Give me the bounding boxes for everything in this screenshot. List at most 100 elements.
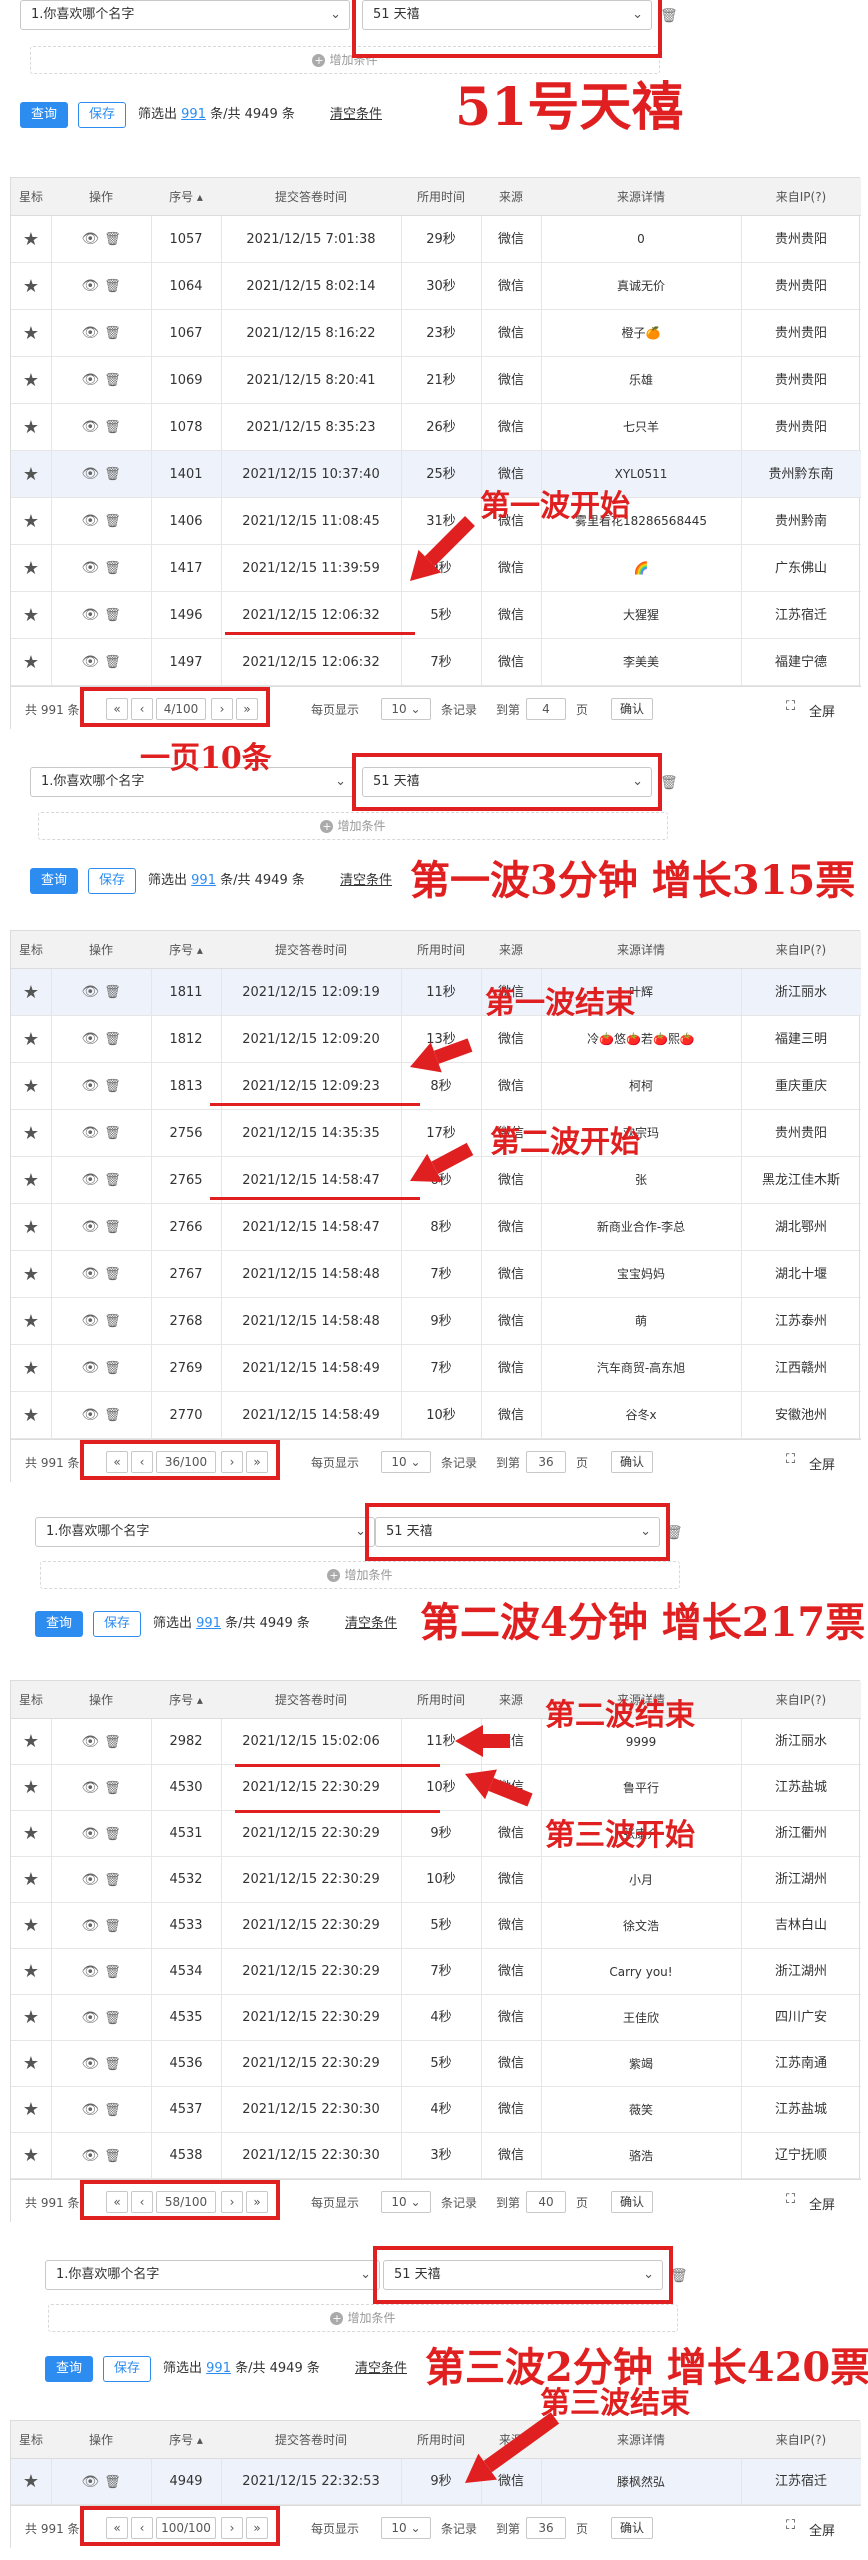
star-icon[interactable]: ★	[11, 1110, 51, 1157]
fullscreen-label[interactable]: 全屏	[809, 2520, 835, 2539]
query-button[interactable]: 查询	[35, 1611, 83, 1637]
eye-icon[interactable]: 👁	[81, 1811, 99, 1857]
trash-icon[interactable]: 🗑	[104, 1766, 121, 1812]
trash-icon[interactable]: 🗑	[104, 2042, 121, 2088]
trash-icon[interactable]: 🗑	[104, 545, 121, 592]
per-page-select[interactable]: 10 ⌄	[381, 1451, 431, 1473]
star-icon[interactable]: ★	[11, 1811, 51, 1857]
column-header[interactable]: 序号 ▴	[151, 178, 221, 216]
eye-icon[interactable]: 👁	[81, 1857, 99, 1903]
trash-icon[interactable]: 🗑	[104, 969, 121, 1016]
trash-icon[interactable]: 🗑	[660, 775, 678, 791]
star-icon[interactable]: ★	[11, 1995, 51, 2041]
eye-icon[interactable]: 👁	[81, 1157, 99, 1204]
star-icon[interactable]: ★	[11, 2041, 51, 2087]
eye-icon[interactable]: 👁	[81, 1345, 99, 1392]
star-icon[interactable]: ★	[11, 1204, 51, 1251]
star-icon[interactable]: ★	[11, 1157, 51, 1204]
trash-icon[interactable]: 🗑	[104, 639, 121, 686]
goto-confirm-button[interactable]: 确认	[611, 1451, 653, 1473]
trash-icon[interactable]: 🗑	[104, 1858, 121, 1904]
eye-icon[interactable]: 👁	[81, 1949, 99, 1995]
goto-confirm-button[interactable]: 确认	[611, 698, 653, 720]
eye-icon[interactable]: 👁	[81, 592, 99, 639]
trash-icon[interactable]: 🗑	[104, 1950, 121, 1996]
star-icon[interactable]: ★	[11, 2133, 51, 2179]
filter-count-link[interactable]: 991	[206, 2361, 231, 2376]
per-page-select[interactable]: 10 ⌄	[381, 698, 431, 720]
trash-icon[interactable]: 🗑	[104, 263, 121, 310]
save-button[interactable]: 保存	[103, 2356, 151, 2382]
fullscreen-label[interactable]: 全屏	[809, 2194, 835, 2213]
eye-icon[interactable]: 👁	[81, 1016, 99, 1063]
trash-icon[interactable]: 🗑	[104, 357, 121, 404]
query-button[interactable]: 查询	[20, 102, 68, 128]
star-icon[interactable]: ★	[11, 2459, 51, 2505]
trash-icon[interactable]: 🗑	[660, 8, 678, 24]
eye-icon[interactable]: 👁	[81, 1110, 99, 1157]
star-icon[interactable]: ★	[11, 310, 51, 357]
eye-icon[interactable]: 👁	[81, 1719, 99, 1765]
goto-confirm-button[interactable]: 确认	[611, 2517, 653, 2539]
star-icon[interactable]: ★	[11, 1949, 51, 1995]
trash-icon[interactable]: 🗑	[104, 2460, 121, 2506]
fullscreen-icon[interactable]: ⛶	[786, 699, 795, 714]
trash-icon[interactable]: 🗑	[104, 1812, 121, 1858]
star-icon[interactable]: ★	[11, 1903, 51, 1949]
trash-icon[interactable]: 🗑	[104, 1904, 121, 1950]
trash-icon[interactable]: 🗑	[104, 451, 121, 498]
clear-conditions-link[interactable]: 清空条件	[355, 2356, 407, 2382]
goto-page-input[interactable]: 4	[526, 698, 566, 720]
filter-count-link[interactable]: 991	[181, 107, 206, 122]
trash-icon[interactable]: 🗑	[104, 1063, 121, 1110]
fullscreen-icon[interactable]: ⛶	[786, 2518, 795, 2533]
fullscreen-icon[interactable]: ⛶	[786, 1452, 795, 1467]
save-button[interactable]: 保存	[78, 102, 126, 128]
eye-icon[interactable]: 👁	[81, 1995, 99, 2041]
per-page-select[interactable]: 10 ⌄	[381, 2191, 431, 2213]
query-button[interactable]: 查询	[45, 2356, 93, 2382]
eye-icon[interactable]: 👁	[81, 263, 99, 310]
eye-icon[interactable]: 👁	[81, 1063, 99, 1110]
goto-page-input[interactable]: 36	[526, 2517, 566, 2539]
trash-icon[interactable]: 🗑	[104, 498, 121, 545]
query-button[interactable]: 查询	[30, 868, 78, 894]
clear-conditions-link[interactable]: 清空条件	[340, 868, 392, 894]
star-icon[interactable]: ★	[11, 357, 51, 404]
star-icon[interactable]: ★	[11, 1765, 51, 1811]
trash-icon[interactable]: 🗑	[104, 2134, 121, 2180]
trash-icon[interactable]: 🗑	[104, 1204, 121, 1251]
star-icon[interactable]: ★	[11, 2087, 51, 2133]
save-button[interactable]: 保存	[93, 1611, 141, 1637]
trash-icon[interactable]: 🗑	[104, 1392, 121, 1439]
add-condition-button[interactable]: + 增加条件	[48, 2304, 678, 2332]
star-icon[interactable]: ★	[11, 1345, 51, 1392]
star-icon[interactable]: ★	[11, 498, 51, 545]
clear-conditions-link[interactable]: 清空条件	[345, 1611, 397, 1637]
star-icon[interactable]: ★	[11, 1063, 51, 1110]
question-select[interactable]: 1.你喜欢哪个名字 ⌄	[45, 2260, 380, 2290]
star-icon[interactable]: ★	[11, 216, 51, 263]
star-icon[interactable]: ★	[11, 639, 51, 686]
column-header[interactable]: 序号 ▴	[151, 1681, 221, 1719]
eye-icon[interactable]: 👁	[81, 969, 99, 1016]
star-icon[interactable]: ★	[11, 545, 51, 592]
trash-icon[interactable]: 🗑	[104, 1016, 121, 1063]
eye-icon[interactable]: 👁	[81, 310, 99, 357]
star-icon[interactable]: ★	[11, 969, 51, 1016]
star-icon[interactable]: ★	[11, 1016, 51, 1063]
eye-icon[interactable]: 👁	[81, 451, 99, 498]
add-condition-button[interactable]: + 增加条件	[40, 1561, 680, 1589]
star-icon[interactable]: ★	[11, 1251, 51, 1298]
eye-icon[interactable]: 👁	[81, 1765, 99, 1811]
star-icon[interactable]: ★	[11, 1857, 51, 1903]
trash-icon[interactable]: 🗑	[104, 1720, 121, 1766]
fullscreen-label[interactable]: 全屏	[809, 1454, 835, 1473]
star-icon[interactable]: ★	[11, 592, 51, 639]
column-header[interactable]: 序号 ▴	[151, 2421, 221, 2459]
trash-icon[interactable]: 🗑	[104, 592, 121, 639]
eye-icon[interactable]: 👁	[81, 1298, 99, 1345]
filter-count-link[interactable]: 991	[196, 1616, 221, 1631]
goto-page-input[interactable]: 36	[526, 1451, 566, 1473]
star-icon[interactable]: ★	[11, 1719, 51, 1765]
